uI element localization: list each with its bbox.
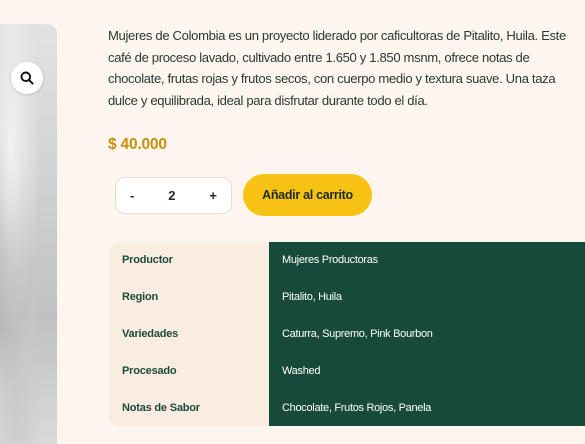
spec-value: Chocolate, Frutos Rojos, Panela [282,401,432,414]
product-description: Mujeres de Colombia es un proyecto lider… [108,28,566,108]
decrement-button[interactable]: - [126,188,138,203]
specs-row-variedades: Variedades Caturra, Supremo, Pink Bourbo… [109,316,585,353]
spec-value: Washed [282,364,321,377]
search-icon [20,71,34,85]
zoom-button[interactable] [11,62,43,94]
quantity-stepper: - 2 + [115,177,232,214]
add-to-cart-button[interactable]: Añadir al carrito [243,174,372,216]
specs-row-notas: Notas de Sabor Chocolate, Frutos Rojos, … [109,389,585,426]
spec-label: Notas de Sabor [122,401,200,414]
spec-label: Procesado [122,364,177,377]
specs-row-productor: Productor Mujeres Productoras [109,242,585,279]
spec-value: Caturra, Supremo, Pink Bourbon [282,327,433,340]
spec-value: Pitalito, Huila [282,291,342,304]
specs-table: Productor Mujeres Productoras Region Pit… [109,242,585,426]
spec-label: Productor [122,254,173,267]
product-price: $ 40.000 [108,136,167,153]
specs-row-procesado: Procesado Washed [109,352,585,389]
quantity-input[interactable]: 2 [164,188,179,203]
specs-row-region: Region Pitalito, Huila [109,279,585,316]
spec-label: Variedades [122,327,179,340]
product-image [0,24,57,444]
increment-button[interactable]: + [205,188,221,203]
spec-value: Mujeres Productoras [282,254,378,267]
spec-label: Region [122,291,159,304]
